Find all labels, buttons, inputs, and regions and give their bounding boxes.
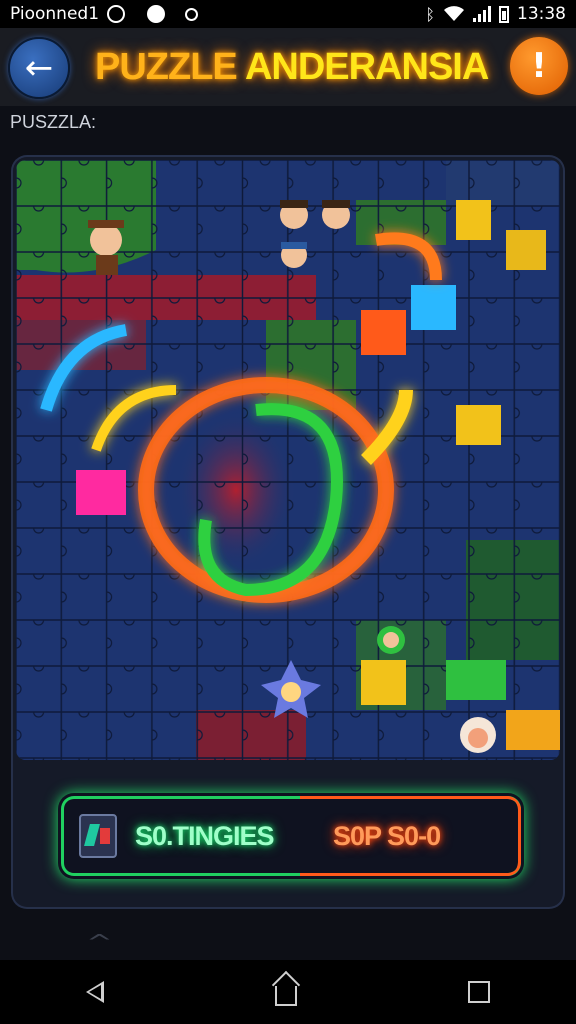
stop-button[interactable]: S0P S0-0 [333, 821, 441, 852]
home-nav-icon[interactable] [274, 986, 297, 1006]
status-left: Pioonned1 [10, 4, 199, 24]
back-nav-icon[interactable] [85, 981, 104, 1003]
location-icon [185, 7, 199, 21]
title-part-2: ANDERANSIA [244, 46, 489, 88]
bluetooth-icon: ᛒ [425, 4, 435, 24]
clock-time: 13:38 [517, 4, 566, 24]
wifi-icon [444, 6, 464, 21]
yellow-piece-2 [506, 230, 546, 270]
kid-character-2 [322, 200, 350, 229]
green-creature [377, 626, 405, 654]
cyan-piece-1 [411, 285, 456, 330]
status-right: ᛒ 13:38 [425, 4, 566, 24]
puzzle-box-icon[interactable] [79, 814, 117, 858]
exclamation-icon: ! [531, 46, 547, 86]
yellow-piece-3 [456, 405, 501, 445]
arrow-left-icon: ← [24, 48, 54, 88]
puzzle-board-art [16, 160, 560, 760]
recent-apps-icon[interactable] [468, 981, 491, 1003]
kid-character-3 [281, 242, 307, 268]
yellow-piece-5 [506, 710, 560, 750]
action-bar: S0.TINGIES S0P S0-0 [58, 793, 524, 879]
clock-icon [107, 5, 126, 23]
yellow-piece-4 [361, 660, 406, 705]
app-icon [147, 5, 166, 23]
sheep-character [460, 717, 496, 753]
chevron-up-icon[interactable]: ^ [86, 930, 113, 954]
alert-button[interactable]: ! [510, 37, 568, 95]
kid-character-1 [280, 200, 308, 229]
settings-button[interactable]: S0.TINGIES [135, 821, 275, 852]
game-title: PUZZLE ANDERANSIA [95, 46, 489, 89]
yellow-piece-1 [456, 200, 491, 240]
green-piece [446, 660, 506, 700]
status-bar: Pioonned1 ᛒ 13:38 [0, 0, 576, 28]
navigation-bar [0, 960, 576, 1024]
title-part-1: PUZZLE [95, 46, 238, 88]
orange-piece-1 [361, 310, 406, 355]
pink-piece [76, 470, 126, 515]
section-label: PUSZZLA: [10, 112, 97, 132]
carrier-text: Pioonned1 [10, 4, 100, 24]
signal-icon [473, 6, 491, 22]
app-header: ← PUZZLE ANDERANSIA ! [0, 28, 576, 106]
battery-icon [499, 5, 509, 23]
back-button[interactable]: ← [8, 37, 70, 99]
puzzle-board[interactable] [16, 160, 560, 760]
